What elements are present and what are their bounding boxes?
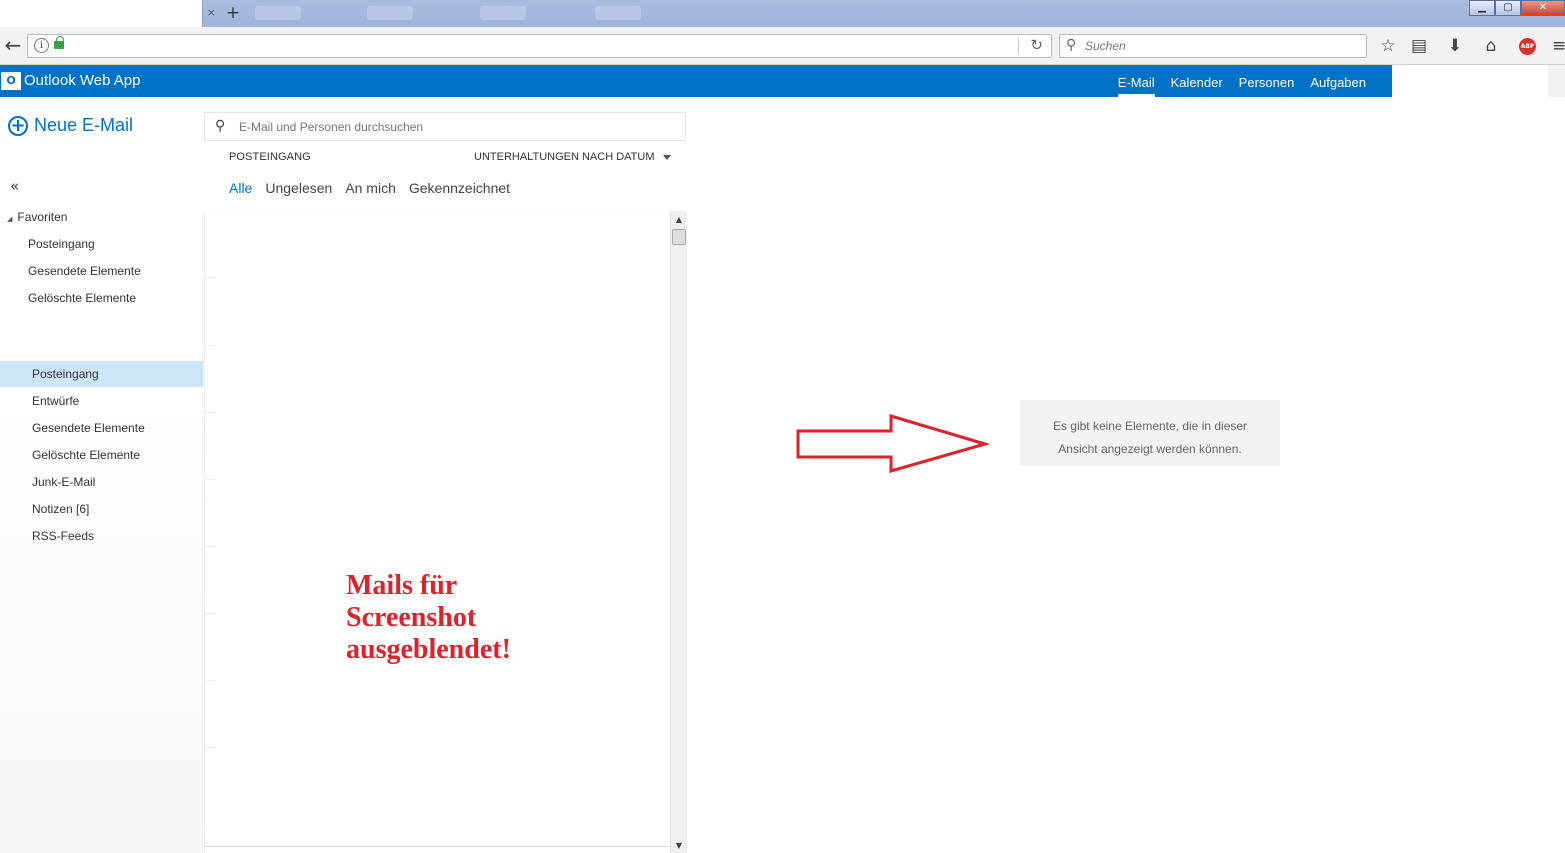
folder-deleted[interactable]: Gelöschte Elemente	[0, 442, 203, 468]
folder-header: POSTEINGANG	[229, 151, 311, 163]
minimize-button[interactable]: ▁	[1469, 0, 1495, 16]
new-mail-label: Neue E-Mail	[34, 115, 134, 135]
expand-triangle-icon: ◢	[7, 215, 13, 223]
row-divider	[205, 412, 215, 413]
row-divider	[205, 277, 215, 278]
empty-reading-pane-message: Es gibt keine Elemente, die in dieser An…	[1020, 400, 1280, 466]
folder-drafts[interactable]: Entwürfe	[0, 388, 203, 414]
row-divider	[205, 747, 215, 748]
scroll-up-icon[interactable]: ▲	[671, 213, 687, 227]
favorite-inbox[interactable]: Posteingang	[28, 237, 95, 251]
nav-email[interactable]: E-Mail	[1110, 65, 1163, 97]
reload-icon[interactable]: ↻	[1030, 36, 1043, 54]
sort-dropdown[interactable]: UNTERHALTUNGEN NACH DATUM	[474, 151, 671, 163]
nav-calendar[interactable]: Kalender	[1163, 65, 1231, 97]
row-divider	[205, 613, 215, 614]
filter-unread[interactable]: Ungelesen	[265, 180, 332, 196]
filter-all[interactable]: Alle	[229, 180, 252, 196]
reading-list-icon[interactable]: ▤	[1408, 34, 1430, 58]
close-window-button[interactable]: ✕	[1521, 0, 1565, 16]
browser-search-input[interactable]	[1085, 37, 1355, 55]
empty-message-line-1: Es gibt keine Elemente, die in dieser	[1052, 419, 1248, 433]
empty-message-line-2: Ansicht angezeigt werden können.	[1058, 442, 1242, 456]
tab-ghost	[255, 6, 301, 20]
folder-sent[interactable]: Gesendete Elemente	[0, 415, 203, 441]
app-title[interactable]: Outlook Web App	[24, 72, 140, 89]
folder-pane: + Neue E-Mail « ◢ Favoriten Posteingang G…	[0, 97, 203, 853]
tab-ghost	[367, 6, 413, 20]
collapse-pane-icon[interactable]: «	[10, 177, 19, 195]
download-icon[interactable]: ⬇	[1444, 34, 1466, 58]
maximize-button[interactable]: ▢	[1495, 0, 1521, 16]
menu-icon[interactable]: ≡	[1552, 34, 1565, 58]
browser-tab-active[interactable]: ×	[0, 0, 216, 27]
bookmark-star-icon[interactable]: ☆	[1377, 34, 1399, 58]
chevron-down-icon	[662, 154, 671, 160]
adblock-icon[interactable]: ABP	[1519, 38, 1536, 55]
search-icon: ⚲	[215, 118, 226, 134]
row-divider	[205, 479, 215, 480]
info-icon[interactable]: i	[34, 38, 49, 53]
nav-tasks[interactable]: Aufgaben	[1302, 65, 1374, 97]
folder-notes[interactable]: Notizen [6]	[0, 496, 203, 522]
row-divider	[205, 546, 215, 547]
favorites-label: Favoriten	[17, 210, 68, 224]
browser-right-strip	[1548, 65, 1565, 97]
list-bottom-line	[205, 846, 671, 847]
mail-search-box[interactable]: ⚲	[204, 112, 686, 141]
red-arrow-annotation	[796, 413, 991, 473]
row-divider	[205, 345, 215, 346]
mail-search-input[interactable]	[239, 119, 669, 135]
outlook-logo-icon: O	[1, 72, 21, 90]
tab-ghost	[595, 6, 641, 20]
mail-list[interactable]	[204, 211, 671, 853]
row-divider	[205, 680, 215, 681]
new-mail-button[interactable]: + Neue E-Mail	[8, 115, 133, 136]
scroll-thumb[interactable]	[672, 229, 686, 245]
plus-circle-icon: +	[8, 115, 28, 136]
favorite-sent[interactable]: Gesendete Elemente	[28, 264, 141, 278]
browser-search-bar[interactable]: ⚲	[1059, 34, 1367, 58]
browser-navbar: ← i ↻ ⚲ ☆ ▤ ⬇ ⌂ ABP ≡	[0, 27, 1565, 65]
lock-icon	[54, 36, 64, 49]
browser-tab-strip: × + ▁ ▢ ✕	[0, 0, 1565, 27]
favorite-deleted[interactable]: Gelöschte Elemente	[28, 291, 136, 305]
filter-flagged[interactable]: Gekennzeichnet	[409, 180, 510, 196]
folder-junk[interactable]: Junk-E-Mail	[0, 469, 203, 495]
favorites-header[interactable]: ◢ Favoriten	[7, 210, 67, 224]
mail-list-scrollbar[interactable]: ▲ ▼	[670, 211, 687, 853]
tab-close-icon[interactable]: ×	[207, 6, 216, 19]
owa-nav: E-Mail Kalender Personen Aufgaben	[1110, 65, 1374, 97]
tab-ghost	[480, 6, 526, 20]
window-controls: ▁ ▢ ✕	[1469, 0, 1565, 16]
search-icon: ⚲	[1066, 37, 1077, 53]
home-icon[interactable]: ⌂	[1480, 34, 1502, 58]
filter-bar: Alle Ungelesen An mich Gekennzeichnet	[229, 180, 523, 196]
folder-inbox[interactable]: Posteingang	[0, 361, 203, 387]
sort-label: UNTERHALTUNGEN NACH DATUM	[474, 151, 655, 163]
url-bar[interactable]: i ↻	[27, 34, 1052, 58]
scroll-down-icon[interactable]: ▼	[671, 839, 687, 853]
back-arrow-icon[interactable]: ←	[0, 30, 26, 62]
url-divider	[1018, 38, 1019, 54]
owa-header: O Outlook Web App E-Mail Kalender Person…	[0, 65, 1392, 97]
nav-people[interactable]: Personen	[1231, 65, 1303, 97]
new-tab-button[interactable]: +	[222, 3, 244, 23]
annotation-text: Mails für Screenshot ausgeblendet!	[346, 570, 511, 665]
filter-to-me[interactable]: An mich	[345, 180, 396, 196]
folder-rss[interactable]: RSS-Feeds	[0, 523, 203, 549]
